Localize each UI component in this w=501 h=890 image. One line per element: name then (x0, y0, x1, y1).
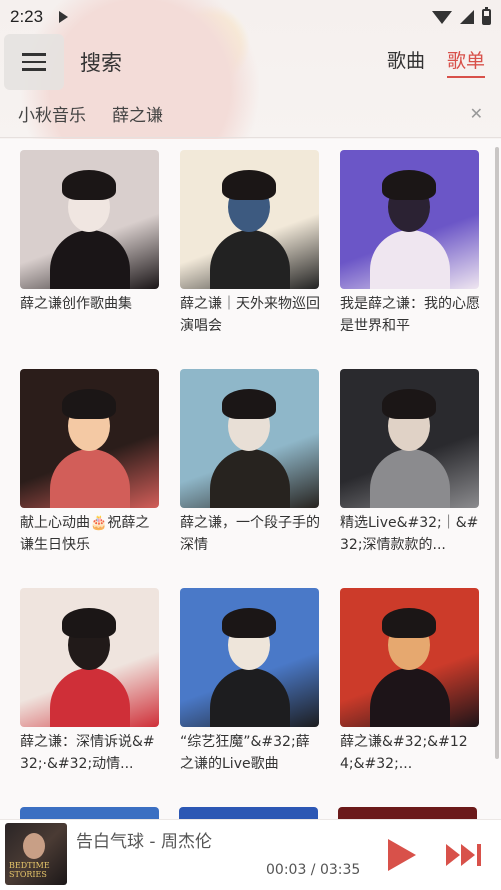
status-time: 2:23 (10, 7, 44, 26)
playlist-grid-area[interactable]: 薛之谦创作歌曲集 薛之谦｜天外来物巡回演唱会 我是薛之谦：我的心愿是世界和平献上心动… (0, 139, 501, 819)
playback-time: 00:03 / 03:35 (266, 862, 361, 878)
playlist-card[interactable]: 我是薛之谦：我的心愿是世界和平 (340, 150, 480, 369)
playlist-card[interactable]: 献上心动曲🎂祝薛之谦生日快乐 (20, 369, 160, 588)
menu-icon[interactable] (4, 34, 64, 90)
tab-songs[interactable]: 歌曲 (387, 46, 425, 78)
tab-playlists[interactable]: 歌单 (446, 46, 485, 78)
next-track-icon[interactable] (446, 844, 482, 866)
playlist-card[interactable]: 薛之谦&#32;&#124;&#32;... (340, 588, 480, 807)
status-bar: 2:23 (0, 0, 501, 34)
playlist-cover[interactable] (180, 369, 319, 508)
search-chip[interactable]: 小秋音乐 (18, 101, 86, 126)
page-title: 搜索 (80, 51, 122, 75)
partial-row (20, 807, 477, 819)
playlist-cover[interactable] (180, 150, 319, 289)
playlist-card[interactable]: 薛之谦，一个段子手的深情 (180, 369, 320, 588)
playlist-title: 薛之谦&#32;&#124;&#32;... (340, 734, 468, 772)
playlist-grid: 薛之谦创作歌曲集 薛之谦｜天外来物巡回演唱会 我是薛之谦：我的心愿是世界和平献上心动… (20, 150, 480, 807)
playlist-title: 献上心动曲🎂祝薛之谦生日快乐 (20, 515, 150, 553)
album-cover[interactable]: BEDTIME STORIES (5, 823, 67, 885)
playlist-title: 薛之谦，一个段子手的深情 (180, 515, 320, 553)
playlist-cover[interactable] (340, 588, 479, 727)
mini-player[interactable]: BEDTIME STORIES 告白气球 - 周杰伦 00:03 / 03:35 (0, 819, 501, 890)
playlist-title: 精选Live&#32;｜&#32;深情款款的... (340, 515, 479, 553)
playlist-cover[interactable] (340, 150, 479, 289)
tab-bar: 歌曲 歌单 (387, 46, 485, 78)
playlist-title: 薛之谦｜天外来物巡回演唱会 (180, 296, 320, 334)
playlist-title: “综艺狂魔”&#32;薛之谦的Live歌曲 (180, 734, 310, 772)
wifi-icon (432, 10, 452, 24)
scrollbar[interactable] (495, 147, 499, 759)
playlist-cover[interactable] (179, 807, 318, 819)
close-icon[interactable]: ✕ (470, 104, 483, 123)
playlist-cover[interactable] (340, 369, 479, 508)
now-playing-title: 告白气球 - 周杰伦 (76, 832, 212, 852)
playlist-card[interactable]: 薛之谦：深情诉说&#32;·&#32;动情... (20, 588, 160, 807)
playlist-title: 薛之谦创作歌曲集 (20, 296, 132, 312)
playlist-card[interactable]: “综艺狂魔”&#32;薛之谦的Live歌曲 (180, 588, 320, 807)
playlist-cover[interactable] (20, 369, 159, 508)
playlist-cover[interactable] (20, 807, 159, 819)
signal-icon (460, 10, 474, 24)
status-icons (432, 7, 491, 25)
playlist-card[interactable]: 薛之谦｜天外来物巡回演唱会 (180, 150, 320, 369)
play-icon[interactable] (388, 839, 416, 871)
media-play-icon (59, 11, 69, 23)
search-history: 小秋音乐 薛之谦 ✕ (0, 90, 501, 138)
album-cover-text: BEDTIME STORIES (9, 861, 50, 879)
battery-icon (482, 7, 491, 25)
app-bar: 搜索 歌曲 歌单 (0, 34, 501, 90)
playlist-cover[interactable] (180, 588, 319, 727)
playlist-card[interactable]: 精选Live&#32;｜&#32;深情款款的... (340, 369, 480, 588)
playlist-cover[interactable] (20, 588, 159, 727)
search-chip[interactable]: 薛之谦 (112, 101, 163, 126)
playlist-cover[interactable] (338, 807, 477, 819)
playlist-card[interactable]: 薛之谦创作歌曲集 (20, 150, 160, 369)
playlist-title: 我是薛之谦：我的心愿是世界和平 (340, 296, 480, 334)
playlist-title: 薛之谦：深情诉说&#32;·&#32;动情... (20, 734, 155, 772)
playlist-cover[interactable] (20, 150, 159, 289)
